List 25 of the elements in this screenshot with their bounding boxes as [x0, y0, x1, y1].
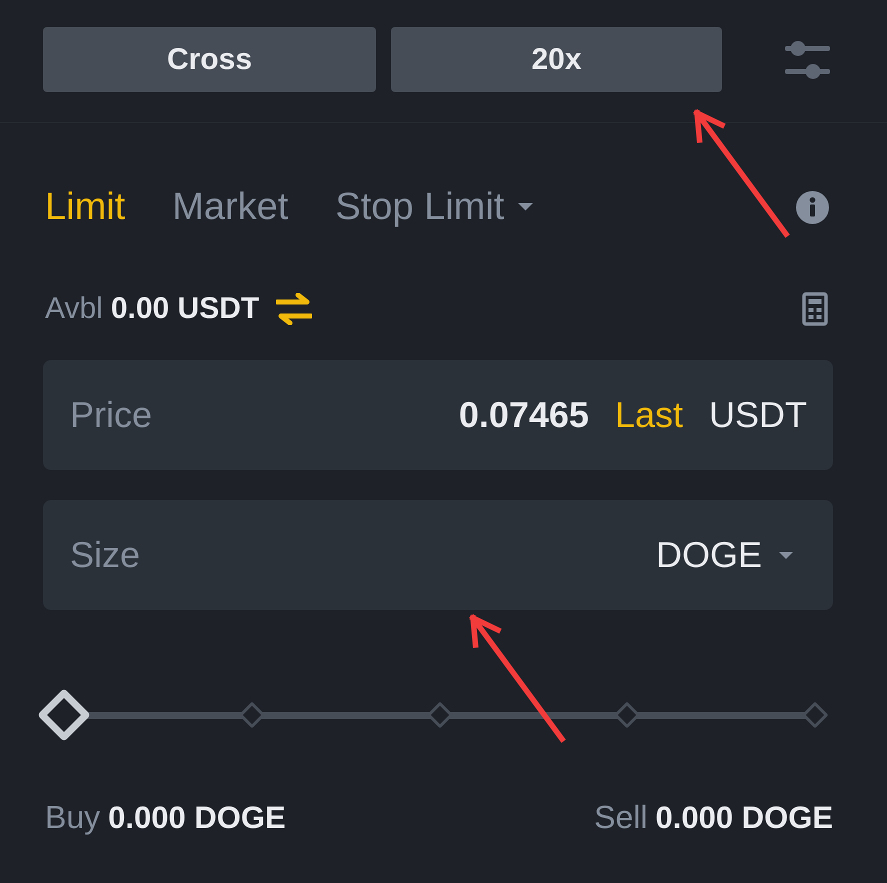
- max-order-label: Sell: [594, 798, 648, 836]
- last-price-button[interactable]: Last: [614, 394, 683, 436]
- order-type-tab[interactable]: Market: [172, 188, 288, 226]
- size-slider-track[interactable]: [36, 687, 829, 743]
- info-icon[interactable]: [796, 190, 829, 224]
- leverage-button[interactable]: 20x: [391, 27, 722, 92]
- available-balance: 0.00 USDT: [110, 292, 260, 326]
- price-field[interactable]: Price 0.07465 Last USDT: [43, 360, 833, 470]
- swap-arrows-icon[interactable]: [276, 293, 312, 325]
- order-type-tab[interactable]: Limit: [45, 188, 126, 226]
- sliders-icon[interactable]: [785, 40, 830, 80]
- margin-mode-button[interactable]: Cross: [43, 27, 376, 92]
- max-order-label: Buy: [45, 798, 100, 836]
- size-unit-dropdown[interactable]: DOGE: [656, 534, 807, 576]
- price-label: Price: [70, 394, 152, 436]
- size-field[interactable]: Size DOGE: [43, 500, 833, 610]
- caret-icon: [779, 552, 793, 558]
- size-label: Size: [70, 534, 140, 576]
- max-order-value: 0.000 DOGE: [108, 800, 286, 836]
- caret-icon: [518, 203, 534, 211]
- price-unit: USDT: [709, 394, 807, 436]
- order-type-dropdown[interactable]: Stop Limit: [335, 188, 534, 226]
- calculator-icon[interactable]: [802, 292, 828, 326]
- max-order-value: 0.000 DOGE: [656, 800, 833, 836]
- available-label: Avbl: [45, 292, 103, 326]
